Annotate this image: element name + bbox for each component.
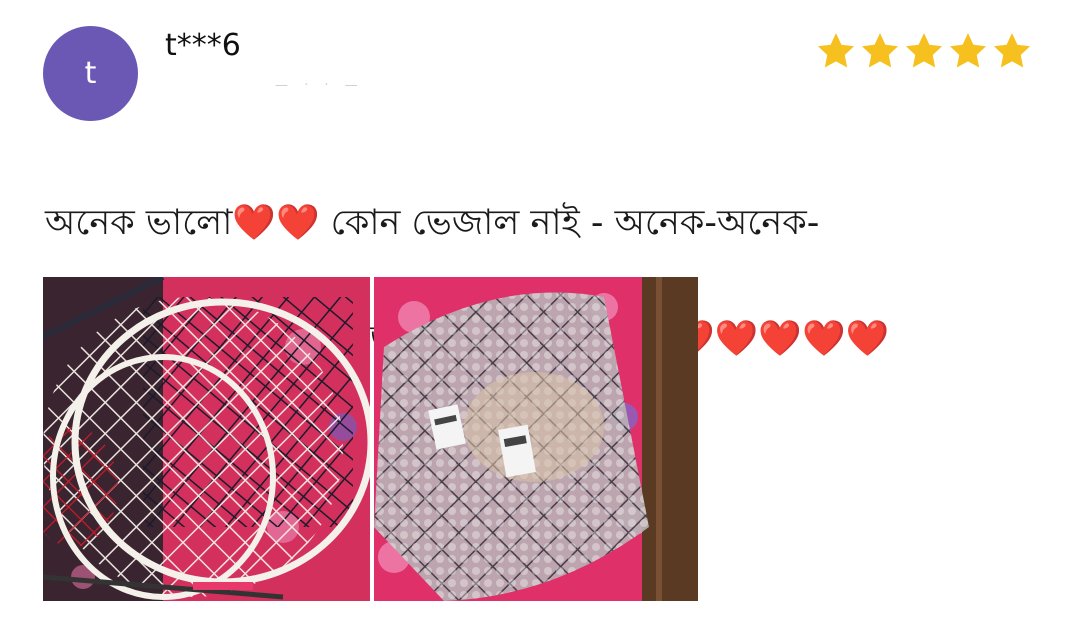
star-rating xyxy=(815,30,1033,72)
reviewer-avatar: t xyxy=(43,26,138,121)
review-photo-1[interactable] xyxy=(43,277,370,601)
reviewer-username: t***6 xyxy=(165,28,241,63)
star-icon xyxy=(905,33,943,68)
star-icon xyxy=(861,33,899,68)
packaged-product-photo xyxy=(374,277,698,601)
review-text-line-1: অনেক ভালো❤️❤️ কোন ভেজাল নাই - অনেক-অনেক- xyxy=(45,203,820,243)
star-icon xyxy=(993,33,1031,68)
avatar-letter: t xyxy=(84,56,97,91)
review-photo-2[interactable] xyxy=(374,277,698,601)
review-meta-text: — · · — xyxy=(275,78,364,93)
star-icon xyxy=(817,33,855,68)
basketball-net-photo xyxy=(43,277,370,601)
star-icon xyxy=(949,33,987,68)
